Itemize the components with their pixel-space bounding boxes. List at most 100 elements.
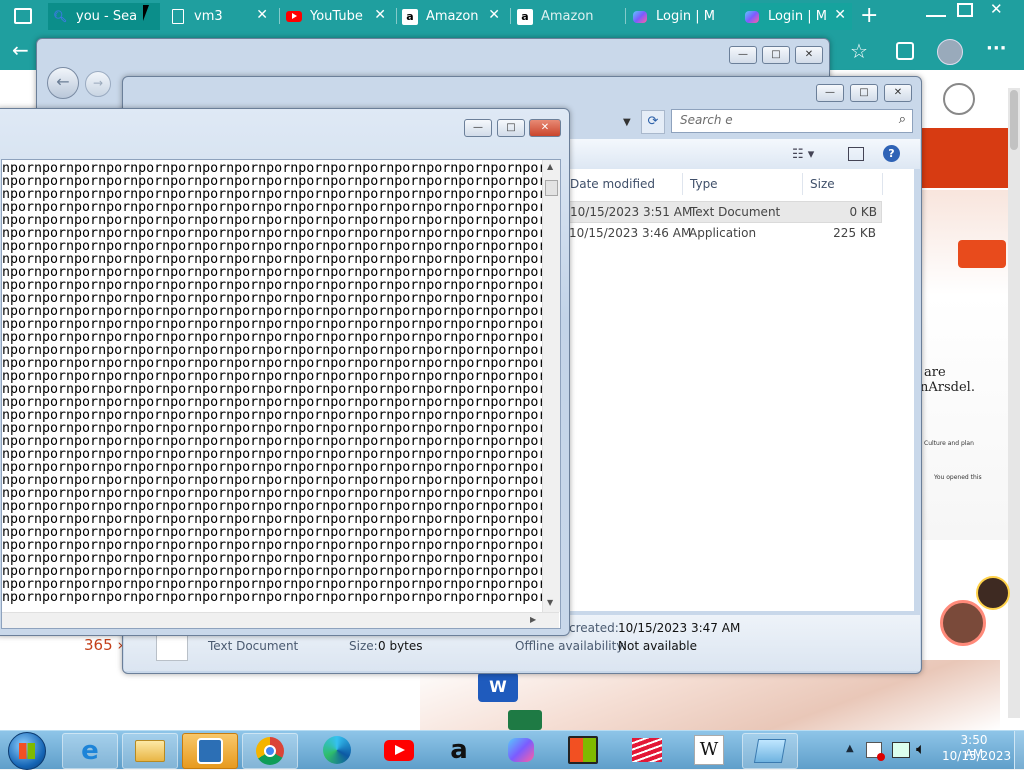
media-player-icon [197,738,223,764]
scrollbar-thumb[interactable] [545,180,558,196]
action-center-icon[interactable] [866,742,885,761]
edge-button[interactable] [310,733,364,767]
file-size: 225 KB [833,226,876,240]
file-type: Text Document [690,205,781,219]
scroll-right-icon[interactable]: ▶ [530,615,536,624]
network-icon[interactable] [892,742,910,758]
account-icon[interactable] [943,83,975,115]
tab-close-icon[interactable]: ✕ [834,7,846,23]
column-header-date[interactable]: Date modified [570,177,655,191]
tab-actions-icon[interactable] [14,8,32,24]
amazon-icon: a [450,735,468,765]
more-menu-button[interactable]: ··· [986,38,1007,59]
bank-app-button[interactable] [620,733,674,767]
close-button[interactable]: ✕ [884,84,912,102]
address-dropdown-icon[interactable]: ▼ [623,117,631,128]
amazon-button[interactable]: a [432,733,486,767]
forward-button[interactable]: → [85,71,111,97]
tab-amazon-2[interactable]: a Amazon [513,3,621,30]
tab-divider [510,8,511,24]
vertical-scrollbar[interactable]: ▲ ▼ [542,160,560,612]
file-explorer-button[interactable] [122,733,178,769]
window-close-button[interactable]: ✕ [990,0,1003,18]
table-row[interactable]: 10/15/2023 3:46 AM Application 225 KB [564,223,880,243]
search-icon: ⌕ [898,112,906,127]
avatar [940,600,986,646]
wikipedia-button[interactable]: W [682,733,736,767]
maximize-button[interactable]: □ [850,84,878,102]
refresh-icon[interactable]: ⟳ [641,110,665,134]
table-row[interactable]: 10/15/2023 3:51 AM Text Document 0 KB [564,201,882,223]
window-restore-button[interactable] [957,3,973,17]
tab-title: Amazon [541,9,594,24]
column-header-size[interactable]: Size [810,177,835,191]
volume-icon[interactable]: 🔈︎ [916,739,926,759]
horizontal-scrollbar[interactable]: ▶ [2,612,559,628]
file-date: 10/15/2023 3:46 AM [569,226,692,240]
phone-list-item: Culture and plan [924,440,974,447]
windows-logo-icon [19,743,35,759]
ie-button[interactable]: e [62,733,118,769]
text-area[interactable]: npornpornpornpornpornpornpornpornpornpor… [1,159,561,629]
amazon-icon: a [517,8,533,25]
tab-login-active[interactable]: Login | M ✕ [740,3,852,30]
detail-created-label: created: [569,621,619,635]
notepad-button[interactable] [742,733,798,769]
file-date: 10/15/2023 3:51 AM [570,205,693,219]
scrollbar-track[interactable] [1008,88,1020,718]
column-header-type[interactable]: Type [690,177,718,191]
start-button[interactable] [8,732,46,770]
tab-title: YouTube [310,9,363,24]
window-minimize-button[interactable] [926,3,946,17]
copilot-button[interactable] [494,733,548,767]
view-options-icon[interactable]: ☷ ▾ [792,147,814,162]
scrollbar-thumb[interactable] [1010,90,1018,150]
show-desktop-button[interactable] [1014,731,1024,769]
column-divider [802,173,803,195]
tab-login-1[interactable]: Login | M [628,3,736,30]
scroll-up-icon[interactable]: ▲ [547,162,553,171]
show-hidden-icons-button[interactable]: ▲ [846,743,854,754]
maximize-button[interactable]: □ [762,46,790,64]
word-icon: W [478,672,518,702]
promo-link[interactable]: 365 › [84,636,123,654]
youtube-button[interactable] [372,733,426,767]
close-button[interactable]: ✕ [795,46,823,64]
minimize-button[interactable]: — [464,119,492,137]
tab-close-icon[interactable]: ✕ [256,7,268,23]
tab-close-icon[interactable]: ✕ [374,7,386,23]
avatar [976,576,1010,610]
tab-amazon-1[interactable]: a Amazon ✕ [398,3,506,30]
tab-close-icon[interactable]: ✕ [488,7,500,23]
search-input[interactable]: Search e ⌕ [671,109,913,133]
minimize-button[interactable]: — [816,84,844,102]
minimize-button[interactable]: — [729,46,757,64]
close-button[interactable]: ✕ [529,119,561,137]
document-text: npornpornpornpornpornpornpornpornpornpor… [2,162,542,605]
youtube-icon [286,9,302,25]
preview-pane-icon[interactable] [848,147,864,161]
new-tab-button[interactable]: + [860,3,878,28]
scroll-down-icon[interactable]: ▼ [547,598,553,607]
profile-avatar-icon[interactable] [937,39,963,65]
media-player-button[interactable] [182,733,238,769]
clock-date[interactable]: 10/15/2023 [942,749,1011,763]
taskbar: e a W ▲ 🔈︎ 3:50 AM 10/15/2023 [0,730,1024,770]
tab-vm3[interactable]: vm3 ✕ [166,3,274,30]
maximize-button[interactable]: □ [497,119,525,137]
detail-size-label: Size: [349,639,378,653]
phone-text: are [924,365,946,380]
help-icon[interactable]: ? [883,145,900,162]
edge-icon [323,736,351,764]
detail-size-value: 0 bytes [378,639,423,653]
chrome-button[interactable] [242,733,298,769]
copilot-icon [632,9,648,25]
back-arrow-icon[interactable]: ← [12,38,29,62]
tab-youtube[interactable]: YouTube ✕ [282,3,392,30]
collections-icon[interactable] [896,42,914,60]
bank-flag-icon [632,738,662,762]
back-button[interactable]: ← [47,67,79,99]
notepad-icon [753,739,787,763]
store-button[interactable] [556,733,610,767]
favorites-star-icon[interactable]: ☆ [850,39,868,63]
